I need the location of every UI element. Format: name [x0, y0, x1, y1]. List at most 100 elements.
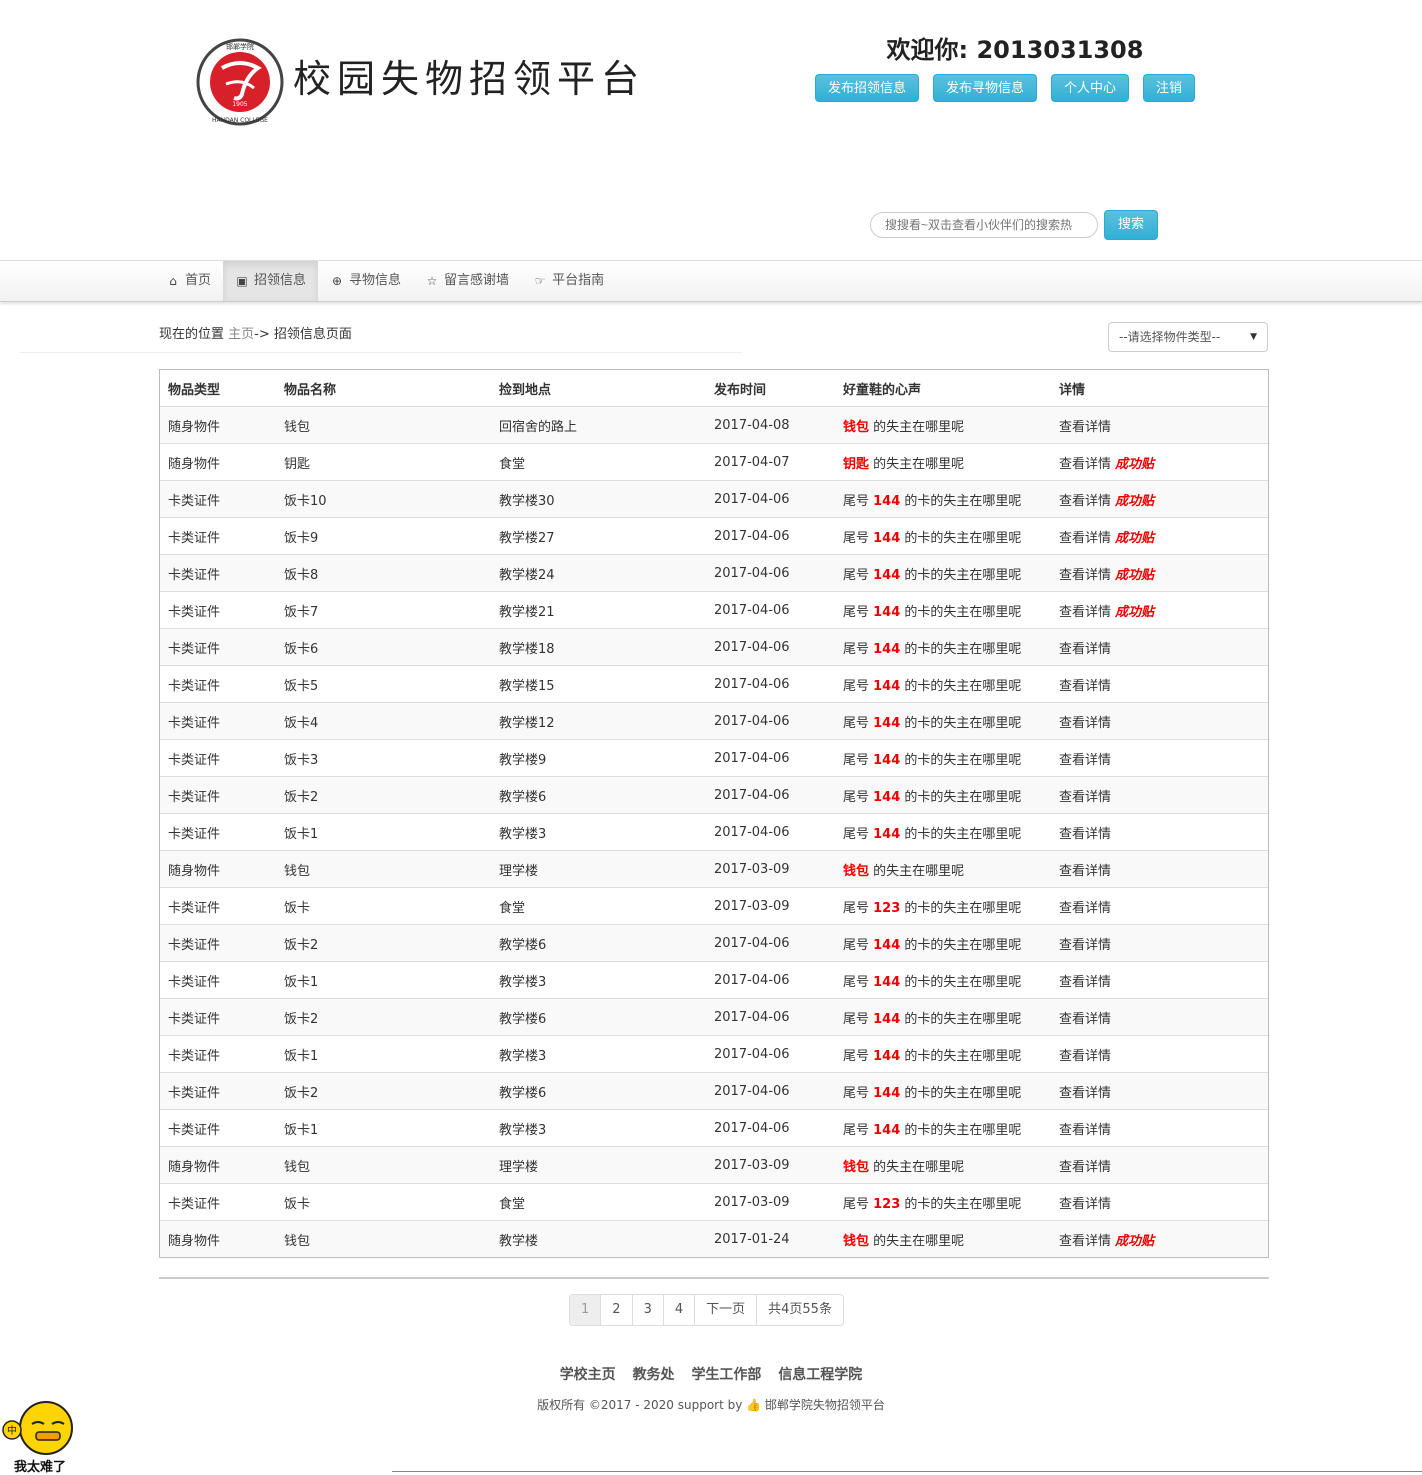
message-suffix: 的失主在哪里呢: [869, 456, 965, 472]
message-suffix: 的失主在哪里呢: [869, 1233, 965, 1249]
success-badge: 成功贴: [1115, 567, 1155, 583]
nav-label: 寻物信息: [349, 273, 402, 288]
view-detail-link[interactable]: 查看详情: [1059, 864, 1111, 879]
nav-label: 留言感谢墙: [444, 273, 510, 288]
next-page-button[interactable]: 下一页: [694, 1295, 756, 1325]
view-detail-link[interactable]: 查看详情: [1059, 790, 1111, 805]
cell-place: 食堂: [491, 443, 706, 481]
search-input[interactable]: [870, 212, 1098, 238]
message-highlight: 144: [873, 1122, 901, 1138]
view-detail-link[interactable]: 查看详情: [1059, 975, 1111, 990]
cell-date: 2017-04-06: [706, 517, 835, 555]
view-detail-link[interactable]: 查看详情: [1059, 605, 1111, 620]
view-detail-link[interactable]: 查看详情: [1059, 1012, 1111, 1027]
site-title: 校园失物招领平台: [293, 57, 646, 101]
table-header-row: 物品类型 物品名称 捡到地点 发布时间 好童鞋的心声 详情: [160, 370, 1268, 407]
page-1[interactable]: 1: [570, 1295, 601, 1325]
view-detail-link[interactable]: 查看详情: [1059, 1234, 1111, 1249]
cell-date: 2017-04-06: [706, 554, 835, 592]
view-detail-link[interactable]: 查看详情: [1059, 531, 1111, 546]
page-4[interactable]: 4: [662, 1295, 694, 1325]
message-prefix: 尾号: [843, 974, 874, 990]
message-highlight: 144: [873, 493, 901, 509]
cell-item-name: 饭卡8: [276, 554, 491, 592]
view-detail-link[interactable]: 查看详情: [1059, 494, 1111, 509]
message-highlight: 144: [873, 1085, 901, 1101]
message-suffix: 的卡的失主在哪里呢: [900, 530, 1022, 546]
nav-guide[interactable]: ☞ 平台指南: [521, 261, 616, 301]
view-detail-link[interactable]: 查看详情: [1059, 642, 1111, 657]
view-detail-link[interactable]: 查看详情: [1059, 1049, 1111, 1064]
cell-place: 教学楼6: [491, 1072, 706, 1110]
personal-center-button[interactable]: 个人中心: [1051, 74, 1130, 102]
cell-place: 教学楼3: [491, 813, 706, 851]
table-row: 随身物件 钥匙 食堂 2017-04-07 钥匙 的失主在哪里呢 查看详情 成功贴: [160, 443, 1268, 481]
nav-home[interactable]: ⌂ 首页: [154, 261, 223, 301]
cell-item-name: 饭卡1: [276, 1109, 491, 1147]
header-item-type: 物品类型: [160, 370, 276, 407]
copyright-suffix: 邯郸学院失物招领平台: [761, 1398, 885, 1412]
cell-place: 教学楼6: [491, 776, 706, 814]
cell-date: 2017-04-06: [706, 628, 835, 666]
message-suffix: 的卡的失主在哪里呢: [900, 789, 1022, 805]
cell-message: 钱包 的失主在哪里呢: [835, 850, 1051, 888]
cell-place: 教学楼21: [491, 591, 706, 629]
view-detail-link[interactable]: 查看详情: [1059, 716, 1111, 731]
publish-found-button[interactable]: 发布招领信息: [815, 74, 920, 102]
view-detail-link[interactable]: 查看详情: [1059, 827, 1111, 842]
view-detail-link[interactable]: 查看详情: [1059, 1160, 1111, 1175]
cell-item-name: 钱包: [276, 1146, 491, 1184]
cell-place: 教学楼27: [491, 517, 706, 555]
view-detail-link[interactable]: 查看详情: [1059, 1123, 1111, 1138]
table-row: 卡类证件 饭卡2 教学楼6 2017-04-06 尾号 144 的卡的失主在哪里呢 查看详…: [160, 998, 1268, 1036]
view-detail-link[interactable]: 查看详情: [1059, 420, 1111, 435]
message-prefix: 尾号: [843, 715, 874, 731]
cell-place: 理学楼: [491, 1146, 706, 1184]
view-detail-link[interactable]: 查看详情: [1059, 1086, 1111, 1101]
message-suffix: 的卡的失主在哪里呢: [900, 604, 1022, 620]
message-prefix: 尾号: [843, 1011, 874, 1027]
cell-place: 教学楼9: [491, 739, 706, 777]
footer-link-it-college[interactable]: 信息工程学院: [778, 1367, 862, 1383]
message-highlight: 144: [873, 1048, 901, 1064]
cell-detail: 查看详情: [1051, 1183, 1268, 1221]
page-3[interactable]: 3: [631, 1295, 663, 1325]
page-2[interactable]: 2: [600, 1295, 631, 1325]
view-detail-link[interactable]: 查看详情: [1059, 457, 1111, 472]
nav-thanks-wall[interactable]: ☆ 留言感谢墙: [413, 261, 521, 301]
cell-item-type: 卡类证件: [160, 1183, 276, 1221]
view-detail-link[interactable]: 查看详情: [1059, 568, 1111, 583]
view-detail-link[interactable]: 查看详情: [1059, 1197, 1111, 1212]
cell-item-type: 随身物件: [160, 443, 276, 481]
cell-detail: 查看详情: [1051, 813, 1268, 851]
cell-message: 尾号 144 的卡的失主在哪里呢: [835, 1072, 1051, 1110]
cell-message: 尾号 144 的卡的失主在哪里呢: [835, 1109, 1051, 1147]
cell-place: 教学楼12: [491, 702, 706, 740]
message-highlight: 144: [873, 937, 901, 953]
message-prefix: 尾号: [843, 1085, 874, 1101]
view-detail-link[interactable]: 查看详情: [1059, 679, 1111, 694]
cell-date: 2017-04-06: [706, 739, 835, 777]
table-row: 卡类证件 饭卡5 教学楼15 2017-04-06 尾号 144 的卡的失主在哪里呢 查看…: [160, 665, 1268, 703]
search-button[interactable]: 搜索: [1104, 210, 1158, 240]
nav-lost-items[interactable]: ⊕ 寻物信息: [318, 261, 413, 301]
footer-link-school[interactable]: 学校主页: [560, 1367, 616, 1383]
cell-message: 钱包 的失主在哪里呢: [835, 1220, 1051, 1257]
item-type-select[interactable]: --请选择物件类型-- ▼: [1108, 322, 1268, 352]
nav-found-items[interactable]: ▣ 招领信息: [223, 261, 319, 301]
view-detail-link[interactable]: 查看详情: [1059, 753, 1111, 768]
view-detail-link[interactable]: 查看详情: [1059, 901, 1111, 916]
footer-link-student-affairs[interactable]: 学生工作部: [691, 1367, 761, 1383]
cell-message: 尾号 144 的卡的失主在哪里呢: [835, 554, 1051, 592]
cell-item-type: 卡类证件: [160, 554, 276, 592]
divider: [159, 1277, 1269, 1279]
copyright: 版权所有 ©2017 - 2020 support by 👍 邯郸学院失物招领平…: [0, 1396, 1422, 1413]
breadcrumb-home-link[interactable]: 主页: [228, 327, 254, 342]
mascot-caption: 我太难了: [14, 1460, 67, 1475]
footer-link-academic[interactable]: 教务处: [633, 1367, 675, 1383]
publish-lost-button[interactable]: 发布寻物信息: [933, 74, 1038, 102]
cell-item-type: 随身物件: [160, 850, 276, 888]
view-detail-link[interactable]: 查看详情: [1059, 938, 1111, 953]
cell-item-name: 饭卡9: [276, 517, 491, 555]
logout-button[interactable]: 注销: [1143, 74, 1196, 102]
